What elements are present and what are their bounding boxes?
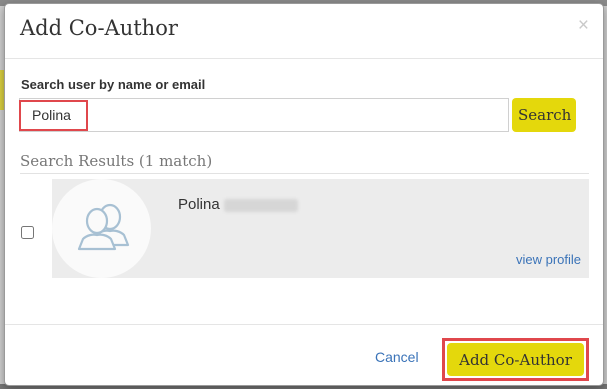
redacted-last-name [223, 198, 298, 212]
add-coauthor-dialog: Add Co-Author × Search user by name or e… [4, 3, 604, 386]
result-card: Polina view profile [52, 179, 589, 278]
search-row: Search [19, 98, 589, 134]
users-icon [77, 203, 130, 251]
close-icon[interactable]: × [578, 16, 589, 35]
result-first-name: Polina [178, 196, 220, 213]
dialog-footer: Cancel Add Co-Author [5, 324, 603, 385]
avatar [52, 179, 151, 278]
cancel-button[interactable]: Cancel [375, 349, 419, 365]
result-checkbox[interactable] [21, 226, 34, 239]
dialog-title: Add Co-Author [20, 16, 178, 40]
results-heading: Search Results (1 match) [20, 152, 589, 174]
search-input[interactable] [19, 98, 509, 132]
add-coauthor-button[interactable]: Add Co-Author [447, 343, 584, 376]
view-profile-link[interactable]: view profile [516, 252, 581, 267]
result-name: Polina [178, 196, 298, 213]
dialog-header: Add Co-Author × [5, 4, 603, 59]
search-button[interactable]: Search [512, 98, 576, 132]
add-button-highlight-box: Add Co-Author [442, 338, 589, 381]
search-label: Search user by name or email [21, 77, 206, 92]
